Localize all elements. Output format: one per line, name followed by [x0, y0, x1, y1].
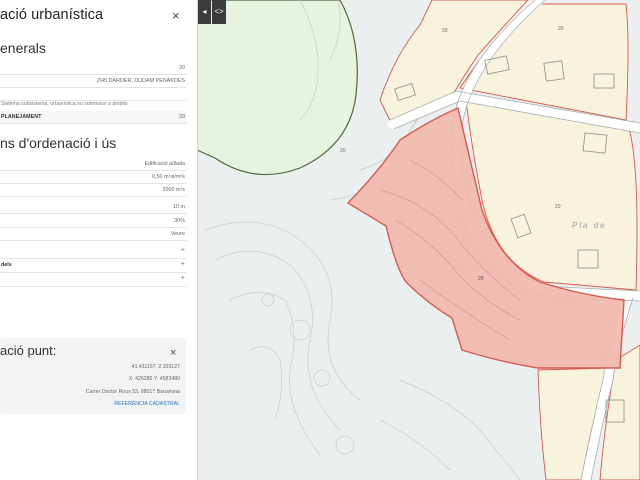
panel-title: ació urbanística [0, 7, 104, 23]
cadastral-reference-link[interactable]: REFERÈNCIA CADASTRAL [114, 401, 180, 407]
ordenacio-row: 30% [0, 215, 187, 228]
section-ordenacio-heading: ns d'ordenació i ús [0, 135, 117, 151]
zone-key-label-2: 20 [558, 26, 564, 32]
zone-key-label-1: 20 [442, 28, 448, 34]
ordenacio-row: 10 m [0, 201, 187, 214]
ordenacio-row: 0,50 m²st/m²s [0, 171, 187, 184]
info-panel: ació urbanística × enerals 20 ZH5 DARDER… [0, 0, 198, 480]
ordenacio-row: Edificació aïllada [0, 158, 187, 171]
expand-plus-icon[interactable]: + [181, 247, 185, 254]
point-info-title: ació punt: [0, 343, 57, 358]
general-note: Sistema subsistema, urbanística no sotme… [1, 101, 128, 107]
expandable-row[interactable]: dels + [0, 259, 187, 273]
ordenacio-row: 2000 m²s [0, 184, 187, 197]
zone-key-label-3: 20 [555, 204, 561, 210]
close-panel-button[interactable]: × [172, 9, 180, 23]
general-row: ZH5 DARDER, DUDAM PENAKDES [0, 75, 187, 88]
street-label: Pla de [572, 221, 607, 230]
expandable-row[interactable]: + [0, 245, 187, 259]
expandable-row[interactable]: + [0, 273, 187, 287]
general-bold-row: PLANEJAMENT 20 [0, 111, 187, 124]
collapse-panel-button[interactable]: ◂ [198, 0, 211, 24]
resize-panel-button[interactable]: <> [212, 0, 226, 24]
parcel-key-label: 20 [478, 276, 484, 282]
close-point-info-button[interactable]: × [170, 346, 176, 360]
collapse-left-icon: ◂ [202, 7, 207, 16]
expand-plus-icon[interactable]: + [181, 261, 185, 268]
section-general-heading: enerals [0, 40, 46, 56]
resize-arrows-icon: <> [214, 7, 224, 16]
general-row: 20 [0, 62, 187, 75]
general-row [0, 88, 187, 101]
point-info-card: ació punt: × 41.411167, 2.103127 X: 4262… [0, 338, 186, 414]
zone-key-label-4: 20 [340, 148, 346, 154]
ordenacio-row: Veure [0, 228, 187, 241]
expand-plus-icon[interactable]: + [181, 275, 185, 282]
